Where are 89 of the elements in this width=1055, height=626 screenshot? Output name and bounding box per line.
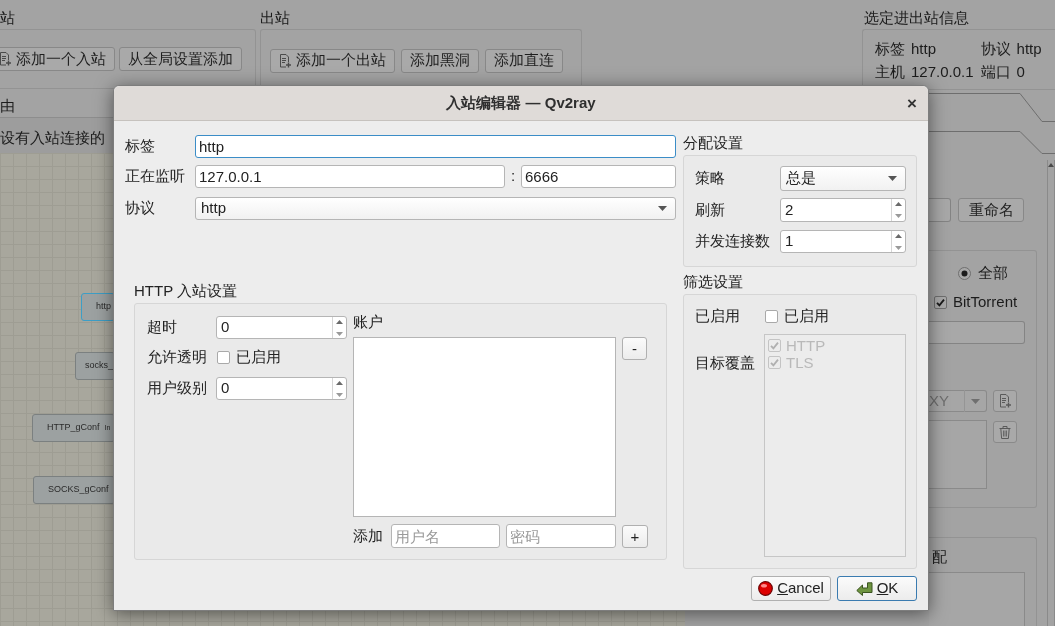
section-title: 由 <box>0 96 15 116</box>
dialog-title: 入站编辑器 — Qv2ray <box>446 92 596 113</box>
remove-button[interactable]: - <box>622 337 647 360</box>
document-plus-icon <box>0 52 11 66</box>
info-label: 标签 <box>875 39 905 59</box>
name-input[interactable] <box>929 198 951 222</box>
info-value: http <box>1016 39 1042 59</box>
spin-arrows-icon[interactable] <box>895 202 902 218</box>
checkbox-label: 已启用 <box>236 347 281 368</box>
info-value: http <box>911 39 938 59</box>
field-label: 超时 <box>147 317 178 338</box>
radio-label: 全部 <box>978 262 1008 283</box>
trash-icon <box>999 425 1011 439</box>
rename-button[interactable]: 重命名 <box>958 198 1024 222</box>
copy-button[interactable] <box>993 390 1017 412</box>
field-label: 目标覆盖 <box>695 353 756 373</box>
checkbox[interactable] <box>934 295 947 309</box>
section-title: 选定进出站信息 <box>864 8 969 27</box>
section-title: 站 <box>0 8 15 27</box>
concurrency-spinbox[interactable]: 1 <box>780 230 906 253</box>
document-plus-icon <box>279 53 291 68</box>
protocol-dropdown[interactable]: http <box>195 197 676 220</box>
arrow-icon <box>855 581 873 596</box>
dialog-button[interactable]: OK <box>837 576 917 601</box>
info-label: 协议 <box>980 39 1011 59</box>
info-value: 127.0.0.1 <box>911 62 974 82</box>
node-label: HTTP_gConf <box>47 421 100 435</box>
checkbox-label: 已启用 <box>784 305 829 326</box>
port-separator: : <box>509 166 517 187</box>
graph-node[interactable]: SOCKS_gConf <box>33 476 115 504</box>
scrollbar[interactable] <box>1047 160 1055 626</box>
spin-arrows-icon[interactable] <box>895 233 902 250</box>
checkbox[interactable] <box>217 351 230 364</box>
text-input[interactable] <box>929 321 1025 344</box>
group-title: 筛选设置 <box>683 273 743 291</box>
tag-input[interactable]: http <box>195 135 676 158</box>
field-label: 刷新 <box>695 199 726 220</box>
hint-text: 设有入站连接的 <box>0 129 105 147</box>
field-label: 并发连接数 <box>695 231 771 252</box>
section-title: 配 <box>932 548 947 566</box>
field-label: 用户级别 <box>147 378 208 399</box>
caret-down-icon <box>971 398 980 404</box>
spin-arrows-icon[interactable] <box>336 319 343 336</box>
username-input[interactable]: 用户名 <box>391 524 500 548</box>
group-title: HTTP 入站设置 <box>134 282 238 300</box>
node-label: SOCKS_gConf <box>48 483 109 497</box>
field-label: 添加 <box>353 525 384 546</box>
refresh-spinbox[interactable]: 2 <box>780 198 906 222</box>
toolbar-button[interactable]: 添加黑洞 <box>401 48 479 73</box>
group-title: 账户 <box>353 313 383 331</box>
toolbar-button[interactable]: 从全局设置添加 <box>119 47 242 71</box>
info-value: 0 <box>1016 62 1026 82</box>
dialog-button[interactable]: Cancel <box>751 576 831 601</box>
node-label: socks_ <box>85 359 113 373</box>
section-title: 出站 <box>260 8 290 27</box>
toolbar-button[interactable]: 添加直连 <box>485 48 563 73</box>
address-input[interactable]: 127.0.0.1 <box>195 165 505 188</box>
graph-node[interactable]: socks_ <box>75 352 115 380</box>
port-input[interactable]: 6666 <box>521 165 676 188</box>
password-input[interactable]: 密码 <box>506 524 616 548</box>
field-label: 标签 <box>125 136 156 157</box>
group-title: 分配设置 <box>683 134 743 152</box>
add-button[interactable]: + <box>622 524 648 548</box>
field-label: 允许透明 <box>147 347 208 368</box>
toolbar-button[interactable]: 添加一个入站 <box>0 47 115 71</box>
field-label: 正在监听 <box>125 166 186 187</box>
user-level-spinbox[interactable]: 0 <box>216 377 347 400</box>
delete-button[interactable] <box>993 421 1017 443</box>
field-label: 已启用 <box>695 305 741 326</box>
strategy-dropdown[interactable]: 总是 <box>780 166 906 191</box>
field-label: 策略 <box>695 168 726 189</box>
info-label: 端口 <box>980 62 1011 82</box>
spin-arrows-icon[interactable] <box>336 380 343 397</box>
checkbox-label: BitTorrent <box>953 291 1018 312</box>
document-plus-icon <box>999 394 1011 408</box>
caret-down-icon <box>658 206 667 211</box>
field-label: 协议 <box>125 198 156 219</box>
caret-down-icon <box>888 176 897 181</box>
radio-button[interactable] <box>958 266 971 280</box>
close-button[interactable]: × <box>907 94 917 112</box>
node-label: http <box>96 300 111 314</box>
stop-icon <box>758 581 774 596</box>
checkbox[interactable] <box>765 309 778 323</box>
info-label: 主机 <box>875 62 905 82</box>
timeout-spinbox[interactable]: 0 <box>216 316 347 339</box>
scroll-up-arrow-icon[interactable] <box>1048 163 1054 167</box>
toolbar-button[interactable]: 添加一个出站 <box>270 48 395 73</box>
list-box[interactable] <box>929 420 987 489</box>
graph-node[interactable]: http <box>81 293 115 321</box>
